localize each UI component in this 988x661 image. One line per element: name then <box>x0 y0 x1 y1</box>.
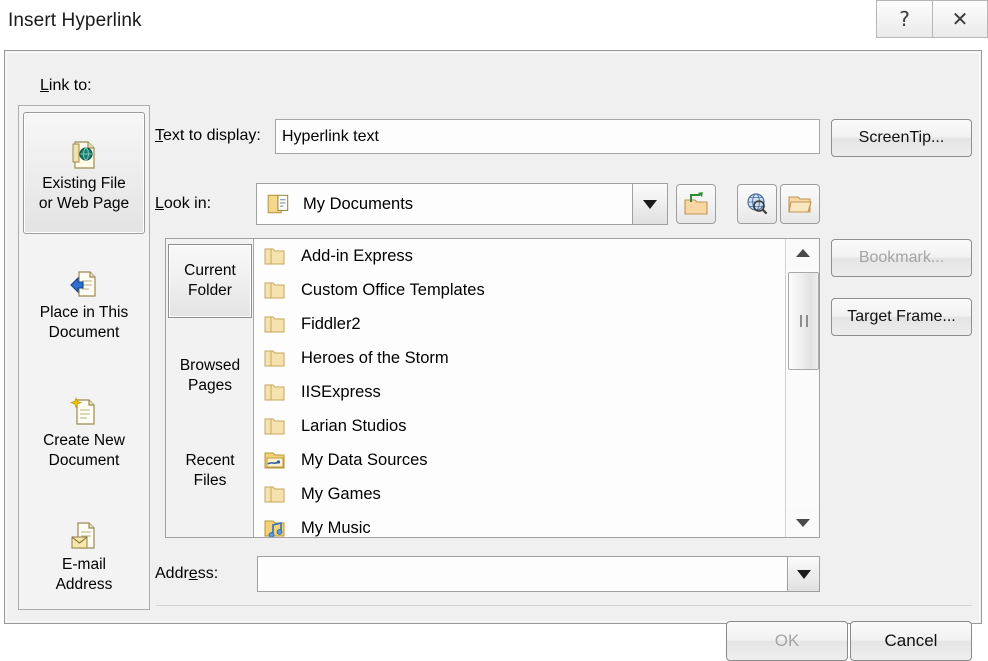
list-item-label: Larian Studios <box>301 416 407 435</box>
folder-icon <box>264 248 285 265</box>
bookmark-button[interactable]: Bookmark... <box>831 239 972 277</box>
question-mark-icon: ? <box>899 7 910 31</box>
title-bar: Insert Hyperlink ? ✕ <box>0 0 988 48</box>
scroll-down-arrow-icon <box>795 519 810 527</box>
footer-separator <box>156 605 972 606</box>
list-item[interactable]: Heroes of the Storm <box>255 341 785 375</box>
my-documents-folder-icon <box>267 194 289 214</box>
document-with-envelope-icon <box>71 521 95 549</box>
list-item-label: My Games <box>301 484 381 503</box>
file-browser: Current Folder Browsed Pages Recent File… <box>165 238 820 538</box>
data-sources-folder-icon <box>264 452 285 469</box>
link-to-label: Link to: <box>40 77 92 94</box>
list-item[interactable]: My Games <box>255 477 785 511</box>
browse-the-web-button[interactable] <box>737 184 777 224</box>
link-to-panel: Existing File or Web Page Place in This … <box>18 105 150 610</box>
scrollbar-thumb[interactable] <box>788 272 819 370</box>
list-item-label: IISExpress <box>301 382 381 401</box>
ok-button-label: OK <box>774 631 800 650</box>
ok-button[interactable]: OK <box>726 621 848 661</box>
scroll-up-button[interactable] <box>786 239 819 267</box>
list-item[interactable]: Add-in Express <box>255 239 785 273</box>
link-to-label-rest: ink to: <box>48 77 92 94</box>
look-in-value: My Documents <box>303 194 414 213</box>
browse-tabs-column: Current Folder Browsed Pages Recent File… <box>166 239 254 537</box>
list-item-label: My Data Sources <box>301 450 428 469</box>
tab-label: Browsed Pages <box>179 357 241 394</box>
sidebar-item-existing-file-or-web-page[interactable]: Existing File or Web Page <box>23 112 145 234</box>
address-label: Address: <box>155 565 219 582</box>
look-in-combobox[interactable]: My Documents <box>256 183 668 225</box>
folder-icon <box>264 418 285 435</box>
list-item-label: My Music <box>301 518 371 537</box>
sidebar-item-label: Existing File or Web Page <box>38 174 130 212</box>
file-list-scrollbar[interactable] <box>785 239 819 537</box>
scroll-up-arrow-icon <box>795 249 810 257</box>
folder-icon <box>264 350 285 367</box>
cancel-button[interactable]: Cancel <box>850 621 972 661</box>
target-frame-button-label: Target Frame... <box>847 308 956 325</box>
tab-browsed-pages[interactable]: Browsed Pages <box>168 349 252 403</box>
sidebar-item-label: Place in This Document <box>39 303 129 341</box>
close-x-icon: ✕ <box>951 7 969 31</box>
scrollbar-grip-icon <box>799 315 808 327</box>
open-folder-icon <box>788 196 812 213</box>
screentip-button[interactable]: ScreenTip... <box>831 119 972 157</box>
help-button[interactable]: ? <box>876 0 932 38</box>
look-in-label: Look in: <box>155 195 212 212</box>
list-item[interactable]: Larian Studios <box>255 409 785 443</box>
list-item[interactable]: My Music <box>255 511 785 537</box>
folder-icon <box>264 384 285 401</box>
list-item[interactable]: Fiddler2 <box>255 307 785 341</box>
address-input[interactable] <box>264 557 785 591</box>
tab-label: Recent Files <box>185 452 235 489</box>
list-item[interactable]: Custom Office Templates <box>255 273 785 307</box>
dialog-inner-frame: Link to: Existing File or Web Page Place… <box>6 52 980 661</box>
sidebar-item-create-new-document[interactable]: Create New Document <box>23 374 145 486</box>
list-item-label: Fiddler2 <box>301 314 361 333</box>
tab-current-folder[interactable]: Current Folder <box>168 244 252 318</box>
cancel-button-label: Cancel <box>884 631 938 650</box>
address-combobox[interactable] <box>257 556 820 592</box>
scroll-down-button[interactable] <box>786 509 819 537</box>
up-one-folder-button[interactable] <box>676 184 716 224</box>
sidebar-item-label: E-mail Address <box>55 555 113 593</box>
document-with-arrow-icon <box>70 270 96 297</box>
tab-label: Current Folder <box>184 262 236 299</box>
close-button[interactable]: ✕ <box>932 0 988 38</box>
file-list[interactable]: Add-in Express Custom Office Templates F… <box>255 239 785 537</box>
chevron-down-icon <box>643 199 657 209</box>
text-to-display-input[interactable]: Hyperlink text <box>275 119 820 154</box>
text-to-display-label: Text to display: <box>155 127 261 144</box>
bookmark-button-label: Bookmark... <box>858 249 945 266</box>
folder-icon <box>264 486 285 503</box>
document-with-globe-icon <box>72 140 95 169</box>
window-title: Insert Hyperlink <box>8 10 142 31</box>
my-music-folder-icon <box>264 520 285 537</box>
folder-up-arrow-icon <box>684 192 708 215</box>
chevron-down-icon <box>796 569 811 579</box>
sidebar-item-place-in-this-document[interactable]: Place in This Document <box>23 246 145 358</box>
address-dropdown-button[interactable] <box>787 557 819 591</box>
folder-icon <box>264 282 285 299</box>
folder-icon <box>264 316 285 333</box>
sidebar-item-label: Create New Document <box>43 431 125 469</box>
screentip-button-label: ScreenTip... <box>858 129 945 146</box>
list-item-label: Custom Office Templates <box>301 280 485 299</box>
browse-for-file-button[interactable] <box>780 184 820 224</box>
list-item-label: Add-in Express <box>301 246 413 265</box>
new-document-icon <box>70 396 95 425</box>
sidebar-item-email-address[interactable]: E-mail Address <box>23 498 145 610</box>
list-item-label: Heroes of the Storm <box>301 348 449 367</box>
list-item[interactable]: IISExpress <box>255 375 785 409</box>
target-frame-button[interactable]: Target Frame... <box>831 298 972 336</box>
insert-hyperlink-dialog: Link to: Existing File or Web Page Place… <box>4 50 982 661</box>
look-in-dropdown-button[interactable] <box>632 184 667 224</box>
globe-magnifier-icon <box>747 193 768 215</box>
list-item[interactable]: My Data Sources <box>255 443 785 477</box>
tab-recent-files[interactable]: Recent Files <box>168 444 252 498</box>
